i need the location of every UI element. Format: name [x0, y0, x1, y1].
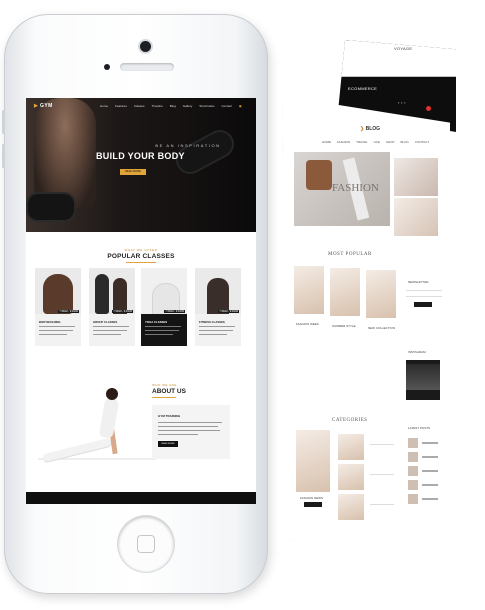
- class-cards: 7:30AM - 9:00AM BODYBUILDING 7:30AM - 9:…: [35, 268, 247, 346]
- home-button[interactable]: [118, 516, 174, 572]
- about-title: ABOUT US: [152, 388, 186, 395]
- back-page-heading: ECOMMERCE: [348, 86, 378, 91]
- blog-page-preview: ❯ BLOG HOME FASHION TRAVEL LIFE SHOP BLO…: [282, 96, 450, 540]
- blog-logo: ❯ BLOG: [360, 126, 381, 132]
- category-thumb[interactable]: [338, 434, 364, 460]
- blog-nav-item[interactable]: LIFE: [374, 140, 380, 144]
- blog-nav-item[interactable]: SHOP: [386, 140, 395, 144]
- latest-post-thumb[interactable]: [408, 494, 418, 504]
- hero-word: FASHION: [332, 182, 379, 194]
- blog-nav-item[interactable]: TRAVEL: [356, 140, 367, 144]
- blog-nav-item[interactable]: BLOG: [400, 140, 408, 144]
- class-card-active[interactable]: 7:30AM - 9:00AM YOGA CLASSES: [141, 268, 187, 346]
- yoga-pose-image: [38, 388, 156, 466]
- gym-logo[interactable]: ▶ GYM: [34, 103, 53, 109]
- popular-kicker: WHAT WE OFFER: [124, 248, 158, 252]
- footer-bar: [26, 492, 256, 504]
- sidebar-latest-title: LATEST POSTS: [408, 426, 431, 430]
- dumbbell-image: [28, 194, 74, 220]
- front-camera: [140, 41, 151, 52]
- hero-title: BUILD YOUR BODY: [96, 151, 185, 161]
- latest-post-thumb[interactable]: [408, 452, 418, 462]
- phone-screen: ▶ GYM Home Features Classes Timeline Blo…: [26, 98, 256, 504]
- section-title-popular: MOST POPULAR: [328, 252, 372, 257]
- about-section: WHO WE ARE ABOUT US GYM TRAINING READ MO…: [26, 368, 256, 490]
- about-box: GYM TRAINING READ MORE: [152, 405, 230, 459]
- class-image: [195, 268, 241, 314]
- hero-read-more-button[interactable]: READ MORE: [120, 169, 146, 175]
- about-box-title: GYM TRAINING: [158, 414, 181, 418]
- about-read-more-button[interactable]: READ MORE: [158, 441, 178, 447]
- hero-subtitle: BE AN INSPIRATION: [155, 143, 221, 148]
- home-square-icon: [137, 535, 155, 553]
- gym-menu-item[interactable]: Classes: [134, 104, 145, 108]
- hero-side-image: [394, 158, 438, 196]
- class-card[interactable]: 7:30AM - 9:00AM GROUP CLASSES: [89, 268, 135, 346]
- class-name: GROUP CLASSES: [93, 320, 118, 324]
- proximity-sensor: [104, 64, 110, 70]
- class-time: 7:30AM - 9:00AM: [164, 310, 185, 313]
- latest-post-thumb[interactable]: [408, 466, 418, 476]
- popular-post-image[interactable]: [366, 270, 396, 318]
- gym-menu-item[interactable]: Gallery: [183, 104, 193, 108]
- cart-icon[interactable]: ▣: [239, 104, 242, 108]
- popular-post-image[interactable]: [294, 266, 324, 314]
- hero-side-image: [394, 198, 438, 236]
- volume-button: [2, 144, 5, 168]
- popular-post-image[interactable]: [330, 268, 360, 316]
- latest-post-thumb[interactable]: [408, 480, 418, 490]
- back-page-tiny-text: VOYAGE: [394, 46, 413, 51]
- category-thumb[interactable]: [338, 494, 364, 520]
- gym-navbar: ▶ GYM Home Features Classes Timeline Blo…: [26, 98, 256, 114]
- class-image: [35, 268, 81, 314]
- class-card[interactable]: 7:30AM - 9:00AM BODYBUILDING: [35, 268, 81, 346]
- class-image: [141, 268, 187, 314]
- sidebar-instagram-title: INSTAGRAM: [408, 350, 426, 354]
- class-time: 7:30AM - 9:00AM: [218, 310, 239, 313]
- subscribe-button[interactable]: [414, 302, 432, 307]
- about-kicker: WHO WE ARE: [152, 383, 177, 387]
- blog-nav: HOME FASHION TRAVEL LIFE SHOP BLOG CONTA…: [322, 140, 442, 144]
- gym-hero: ▶ GYM Home Features Classes Timeline Blo…: [26, 98, 256, 232]
- popular-title: POPULAR CLASSES: [107, 253, 175, 260]
- latest-post-thumb[interactable]: [408, 438, 418, 448]
- post-caption: SUMMER STYLE: [332, 324, 356, 328]
- cart-icon: [426, 106, 431, 111]
- class-time: 7:30AM - 9:00AM: [58, 310, 79, 313]
- gym-menu-item[interactable]: Home: [100, 104, 108, 108]
- earpiece-speaker: [120, 63, 174, 71]
- sidebar-newsletter-title: NEWSLETTER: [408, 280, 429, 284]
- blog-nav-item[interactable]: CONTACT: [415, 140, 429, 144]
- class-name: FITNESS CLASSES: [199, 320, 225, 324]
- post-caption: FASHION WEEK: [296, 322, 319, 326]
- volume-button: [2, 110, 5, 134]
- post-caption: NEW COLLECTION: [368, 326, 396, 330]
- gym-menu-item[interactable]: Shortcodes: [199, 104, 214, 108]
- class-name: BODYBUILDING: [39, 320, 61, 324]
- category-image[interactable]: [296, 430, 330, 492]
- class-time: 7:30AM - 9:00AM: [112, 310, 133, 313]
- category-button[interactable]: [304, 502, 322, 507]
- blog-nav-item[interactable]: HOME: [322, 140, 331, 144]
- class-name: YOGA CLASSES: [145, 320, 168, 324]
- category-thumb[interactable]: [338, 464, 364, 490]
- fashion-hero-image: FASHION: [294, 152, 390, 226]
- gym-menu-item[interactable]: Contact: [221, 104, 231, 108]
- gym-menu-item[interactable]: Features: [115, 104, 127, 108]
- athlete-torso-image: [34, 98, 96, 208]
- handbag-image: [306, 160, 332, 190]
- gym-menu-item[interactable]: Timeline: [152, 104, 163, 108]
- class-card[interactable]: 7:30AM - 9:00AM FITNESS CLASSES: [195, 268, 241, 346]
- device-mockup-showcase: VOYAGE ECOMMERCE ▪ ▪ ▪ ❯ BLOG HOME FASHI…: [0, 0, 485, 610]
- category-caption: FASHION NEWS: [300, 496, 324, 500]
- class-image: [89, 268, 135, 314]
- gym-menu: Home Features Classes Timeline Blog Gall…: [100, 104, 242, 108]
- popular-classes-header: WHAT WE OFFER POPULAR CLASSES: [26, 248, 256, 263]
- blog-nav-item[interactable]: FASHION: [337, 140, 350, 144]
- gym-menu-item[interactable]: Blog: [170, 104, 176, 108]
- section-title-categories: CATEGORIES: [332, 418, 368, 423]
